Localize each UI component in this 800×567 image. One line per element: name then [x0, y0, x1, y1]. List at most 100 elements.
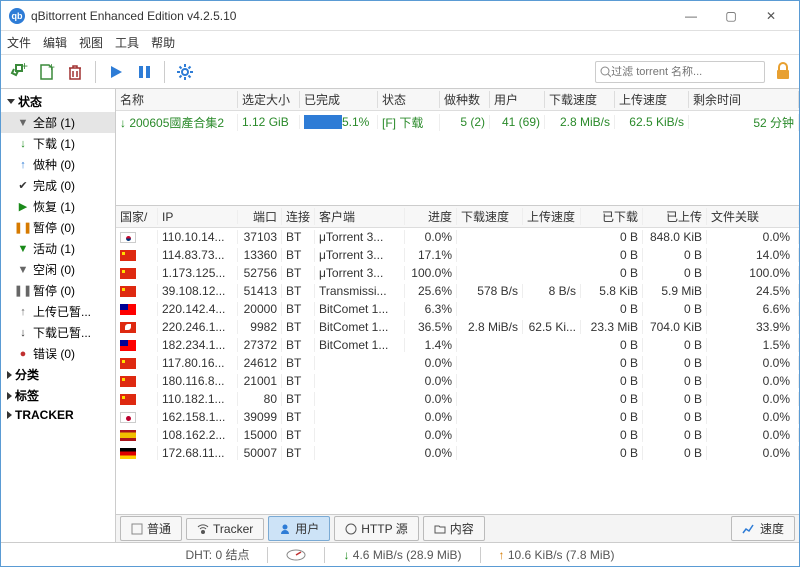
- pcol-down[interactable]: 下载速度: [457, 208, 523, 225]
- up-speed: ↑ 10.6 KiB/s (7.8 MiB): [499, 548, 615, 562]
- flag-icon: [120, 250, 136, 261]
- chart-icon: [742, 523, 756, 535]
- peer-row[interactable]: 114.83.73... 13360 BT μTorrent 3... 17.1…: [116, 246, 799, 264]
- flag-icon: [120, 412, 136, 423]
- sidebar-item[interactable]: ▼活动 (1): [1, 238, 115, 259]
- pcol-downed[interactable]: 已下载: [581, 208, 643, 225]
- search-box[interactable]: [595, 61, 765, 83]
- add-file-button[interactable]: +: [35, 60, 59, 84]
- peer-row[interactable]: 220.142.4... 20000 BT BitComet 1... 6.3%…: [116, 300, 799, 318]
- pcol-country[interactable]: 国家/: [116, 208, 158, 225]
- peer-row[interactable]: 162.158.1... 39099 BT 0.0% 0 B 0 B 0.0%: [116, 408, 799, 426]
- peer-row[interactable]: 182.234.1... 27372 BT BitComet 1... 1.4%…: [116, 336, 799, 354]
- settings-button[interactable]: [173, 60, 197, 84]
- col-size[interactable]: 选定大小: [238, 91, 300, 108]
- peer-row[interactable]: 39.108.12... 51413 BT Transmissi... 25.6…: [116, 282, 799, 300]
- delete-button[interactable]: [63, 60, 87, 84]
- peer-row[interactable]: 110.10.14... 37103 BT μTorrent 3... 0.0%…: [116, 228, 799, 246]
- pcol-rel[interactable]: 文件关联: [707, 208, 799, 225]
- sidebar-item[interactable]: ↑做种 (0): [1, 154, 115, 175]
- pcol-prog[interactable]: 进度: [405, 208, 457, 225]
- col-status[interactable]: 状态: [378, 91, 440, 108]
- tab-speed[interactable]: 速度: [731, 516, 795, 541]
- toolbar: + +: [1, 55, 799, 89]
- sidebar-item[interactable]: ✔完成 (0): [1, 175, 115, 196]
- pcol-conn[interactable]: 连接: [282, 208, 315, 225]
- tab-http[interactable]: HTTP 源: [334, 516, 418, 541]
- col-peers[interactable]: 用户: [490, 91, 545, 108]
- sidebar-group[interactable]: TRACKER: [1, 406, 115, 424]
- flag-icon: [120, 322, 136, 333]
- peer-row[interactable]: 1.173.125... 52756 BT μTorrent 3... 100.…: [116, 264, 799, 282]
- sidebar-item[interactable]: ↓下载 (1): [1, 133, 115, 154]
- resume-button[interactable]: [104, 60, 128, 84]
- peers-panel: 国家/ IP 端口 连接 客户端 进度 下载速度 上传速度 已下载 已上传 文件…: [116, 206, 799, 542]
- sidebar-item[interactable]: ●错误 (0): [1, 343, 115, 364]
- torrent-row[interactable]: ↓ 200605國產合集2 1.12 GiB 5.1% [F] 下载 5 (2)…: [116, 111, 799, 133]
- peer-row[interactable]: 172.68.11... 50007 BT 0.0% 0 B 0 B 0.0%: [116, 444, 799, 462]
- minimize-button[interactable]: —: [671, 2, 711, 30]
- col-eta[interactable]: 剩余时间: [689, 91, 799, 108]
- col-progress[interactable]: 已完成: [300, 91, 378, 108]
- separator: [164, 61, 165, 83]
- peer-row[interactable]: 108.162.2... 15000 BT 0.0% 0 B 0 B 0.0%: [116, 426, 799, 444]
- col-up[interactable]: 上传速度: [615, 91, 689, 108]
- pcol-upped[interactable]: 已上传: [643, 208, 707, 225]
- col-name[interactable]: 名称: [116, 91, 238, 108]
- sidebar-item[interactable]: ▼全部 (1): [1, 112, 115, 133]
- peer-row[interactable]: 110.182.1... 80 BT 0.0% 0 B 0 B 0.0%: [116, 390, 799, 408]
- pcol-ip[interactable]: IP: [158, 210, 238, 224]
- sidebar: 状态▼全部 (1)↓下载 (1)↑做种 (0)✔完成 (0)▶恢复 (1)❚❚暂…: [1, 89, 116, 542]
- sidebar-group[interactable]: 分类: [1, 364, 115, 385]
- main-panel: 名称 选定大小 已完成 状态 做种数 用户 下载速度 上传速度 剩余时间 ↓ 2…: [115, 89, 799, 542]
- flag-icon: [120, 394, 136, 405]
- statusbar: DHT: 0 结点 ↓ 4.6 MiB/s (28.9 MiB) ↑ 10.6 …: [1, 542, 799, 566]
- tab-tracker[interactable]: Tracker: [186, 518, 264, 540]
- tab-peers[interactable]: 用户: [268, 516, 330, 541]
- sidebar-item[interactable]: ❚❚暂停 (0): [1, 280, 115, 301]
- detail-tabs: 普通 Tracker 用户 HTTP 源 内容 速度: [116, 514, 799, 542]
- disk-icon: [286, 549, 306, 561]
- peer-row[interactable]: 220.246.1... 9982 BT BitComet 1... 36.5%…: [116, 318, 799, 336]
- sidebar-group[interactable]: 状态: [1, 91, 115, 112]
- tab-general[interactable]: 普通: [120, 516, 182, 541]
- flag-icon: [120, 340, 136, 351]
- add-link-button[interactable]: +: [7, 60, 31, 84]
- sidebar-item[interactable]: ↓下载已暂...: [1, 322, 115, 343]
- flag-icon: [120, 358, 136, 369]
- peers-table: 国家/ IP 端口 连接 客户端 进度 下载速度 上传速度 已下载 已上传 文件…: [116, 206, 799, 514]
- lock-icon[interactable]: [775, 62, 793, 82]
- sidebar-item[interactable]: ❚❚暂停 (0): [1, 217, 115, 238]
- menu-file[interactable]: 文件: [7, 34, 31, 51]
- maximize-button[interactable]: ▢: [711, 2, 751, 30]
- pause-button[interactable]: [132, 60, 156, 84]
- search-input[interactable]: [611, 66, 760, 78]
- window-title: qBittorrent Enhanced Edition v4.2.5.10: [31, 9, 671, 23]
- tracker-icon: [197, 523, 209, 535]
- down-speed: ↓ 4.6 MiB/s (28.9 MiB): [343, 548, 461, 562]
- menu-edit[interactable]: 编辑: [43, 34, 67, 51]
- svg-text:+: +: [48, 63, 55, 74]
- close-button[interactable]: ✕: [751, 2, 791, 30]
- search-icon: [600, 66, 611, 78]
- pcol-port[interactable]: 端口: [238, 208, 282, 225]
- col-down[interactable]: 下载速度: [545, 91, 615, 108]
- sidebar-group[interactable]: 标签: [1, 385, 115, 406]
- pcol-up[interactable]: 上传速度: [523, 208, 581, 225]
- peer-row[interactable]: 117.80.16... 24612 BT 0.0% 0 B 0 B 0.0%: [116, 354, 799, 372]
- menu-view[interactable]: 视图: [79, 34, 103, 51]
- peer-row[interactable]: 180.116.8... 21001 BT 0.0% 0 B 0 B 0.0%: [116, 372, 799, 390]
- col-seeds[interactable]: 做种数: [440, 91, 490, 108]
- menu-tools[interactable]: 工具: [115, 34, 139, 51]
- sidebar-item[interactable]: ▼空闲 (0): [1, 259, 115, 280]
- info-icon: [131, 523, 143, 535]
- sidebar-item[interactable]: ↑上传已暂...: [1, 301, 115, 322]
- pcol-client[interactable]: 客户端: [315, 208, 405, 225]
- folder-icon: [434, 523, 446, 535]
- peers-header: 国家/ IP 端口 连接 客户端 进度 下载速度 上传速度 已下载 已上传 文件…: [116, 206, 799, 228]
- body: 状态▼全部 (1)↓下载 (1)↑做种 (0)✔完成 (0)▶恢复 (1)❚❚暂…: [1, 89, 799, 542]
- tab-content[interactable]: 内容: [423, 516, 485, 541]
- sidebar-item[interactable]: ▶恢复 (1): [1, 196, 115, 217]
- menu-help[interactable]: 帮助: [151, 34, 175, 51]
- app-icon: qb: [9, 8, 25, 24]
